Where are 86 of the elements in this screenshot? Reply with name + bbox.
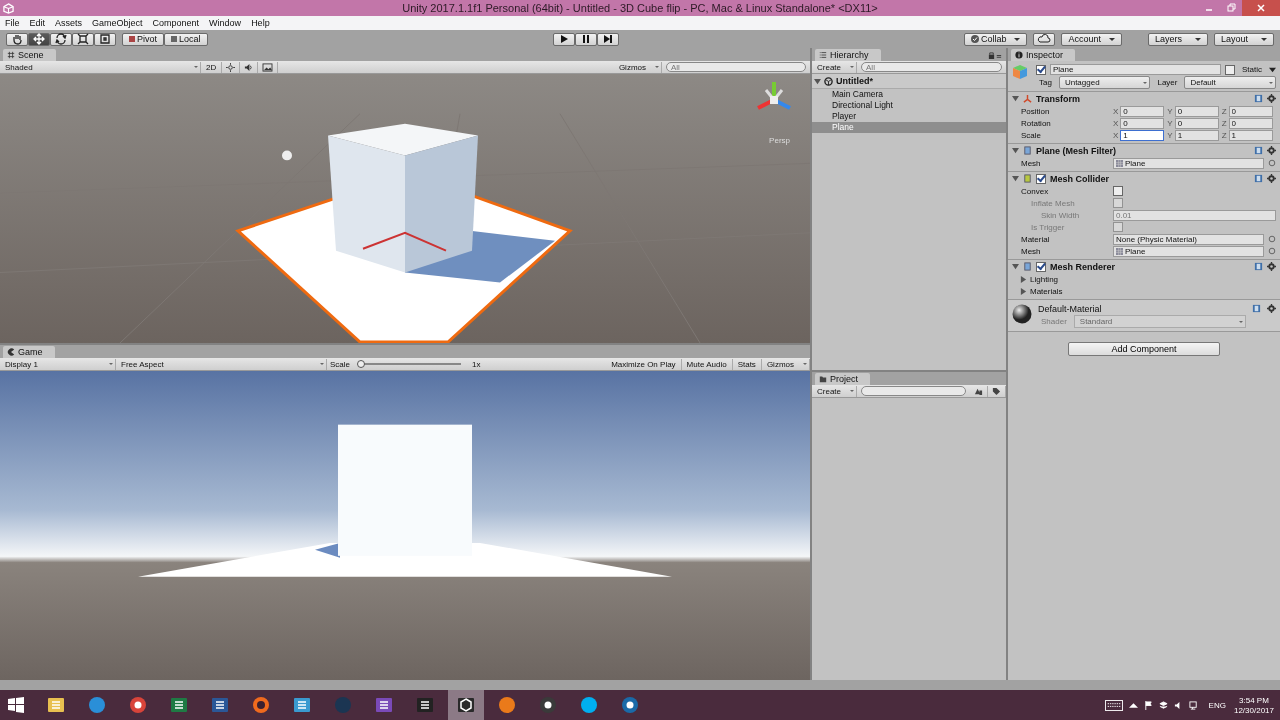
property-label: Scale	[1020, 130, 1042, 140]
scene-tab[interactable]: Scene	[3, 49, 56, 61]
account-dropdown[interactable]: Account	[1061, 32, 1122, 46]
menu-item[interactable]: Help	[251, 18, 270, 28]
tag-label: Tag	[1038, 78, 1053, 87]
language-indicator[interactable]: ENG	[1208, 700, 1226, 710]
static-label: Static	[1241, 65, 1263, 74]
scene-search-field[interactable]: All	[666, 62, 806, 72]
vector-field[interactable]: 0	[1120, 117, 1165, 129]
component-title[interactable]: Plane (Mesh Filter)	[1036, 145, 1116, 156]
game-tab[interactable]: Game	[3, 346, 55, 358]
object-field[interactable]: Plane	[1113, 245, 1264, 257]
toolbar-toggle[interactable]: Stats	[732, 358, 762, 370]
shader-label: Shader	[1040, 317, 1068, 326]
object-field[interactable]: None (Physic Material)	[1113, 233, 1264, 245]
pivot-button[interactable]: Pivot	[122, 32, 164, 46]
object-name-field[interactable]: Plane	[1050, 64, 1221, 75]
gizmos-dropdown[interactable]: Gizmos	[761, 358, 810, 370]
inspector-tab[interactable]: Inspector	[1011, 49, 1076, 61]
scale-value: 1x	[471, 359, 482, 369]
component-title[interactable]: Mesh Renderer	[1050, 261, 1116, 272]
vector-field[interactable]: 0	[1228, 117, 1273, 129]
window-title: Unity 2017.1.1f1 Personal (64bit) - Untitled - 3D Cube flip - PC, Mac & Linux Standalone* <DX11>	[402, 2, 878, 14]
gizmos-dropdown[interactable]: Gizmos	[613, 61, 662, 73]
property-label: Mesh	[1020, 158, 1042, 168]
create-dropdown[interactable]: Create	[812, 61, 857, 73]
axis-label: X	[1113, 130, 1119, 140]
local-button[interactable]: Local	[164, 32, 208, 46]
vector-field[interactable]: 0	[1174, 117, 1219, 129]
property-label: Inflate Mesh	[1030, 198, 1076, 208]
layer-label: Layer	[1156, 78, 1179, 87]
foldout-label[interactable]: Lighting	[1027, 274, 1062, 284]
axis-label: Y	[1167, 130, 1173, 140]
property-label: Position	[1020, 106, 1051, 116]
layers-dropdown[interactable]: Layers	[1148, 32, 1208, 46]
menu-item[interactable]: Component	[152, 18, 200, 28]
object-field[interactable]: Plane	[1113, 157, 1264, 169]
vector-field[interactable]: 1	[1228, 129, 1273, 141]
collab-button[interactable]: Collab	[963, 32, 1028, 46]
scene-name[interactable]: Untitled*	[836, 76, 873, 86]
property-label: Convex	[1020, 186, 1050, 196]
clock-time[interactable]: 3:54 PM	[1239, 695, 1269, 705]
material-name: Default-Material	[1038, 304, 1103, 314]
property-label: Rotation	[1020, 118, 1052, 128]
vector-field[interactable]: 1	[1120, 129, 1165, 141]
property-label: Material	[1020, 234, 1051, 244]
component-title[interactable]: Mesh Collider	[1050, 173, 1109, 184]
menu-item[interactable]: Assets	[55, 18, 83, 28]
layer-dropdown[interactable]: Default	[1184, 76, 1276, 89]
menu-item[interactable]: File	[5, 18, 20, 28]
shader-dropdown[interactable]: Standard	[1073, 315, 1246, 328]
menu-item[interactable]: Edit	[29, 18, 46, 28]
display-dropdown[interactable]: Display 1	[0, 358, 116, 370]
property-label: Mesh	[1020, 246, 1042, 256]
toolbar-toggle[interactable]: Maximize On Play	[606, 358, 682, 370]
axis-label: Y	[1167, 118, 1173, 128]
tag-dropdown[interactable]: Untagged	[1058, 76, 1151, 89]
hierarchy-item[interactable]: Main Camera	[812, 89, 1006, 100]
component-title[interactable]: Transform	[1036, 93, 1080, 104]
axis-label: Z	[1221, 106, 1227, 116]
menu-item[interactable]: GameObject	[92, 18, 143, 28]
scale-label: Scale	[329, 359, 351, 369]
hierarchy-item[interactable]: Player	[812, 111, 1006, 122]
aspect-dropdown[interactable]: Free Aspect	[116, 358, 327, 370]
axis-label: X	[1113, 118, 1119, 128]
hierarchy-search-field[interactable]: All	[861, 62, 1002, 72]
vector-field[interactable]: 0	[1120, 105, 1165, 117]
vector-field[interactable]: 0	[1174, 105, 1219, 117]
hierarchy-item[interactable]: Directional Light	[812, 100, 1006, 111]
axis-label: Y	[1167, 106, 1173, 116]
vector-field[interactable]: 0	[1228, 105, 1273, 117]
property-label: Skin Width	[1040, 210, 1081, 220]
foldout-label[interactable]: Materials	[1027, 286, 1066, 296]
2d-toggle[interactable]: 2D	[201, 61, 223, 73]
shading-dropdown[interactable]: Shaded	[0, 61, 201, 73]
axis-label: X	[1113, 106, 1119, 116]
menu-item[interactable]: Window	[209, 18, 242, 28]
clock-date[interactable]: 12/30/2017	[1233, 705, 1274, 715]
add-component-button[interactable]: Add Component	[1068, 342, 1220, 356]
hierarchy-tab[interactable]: Hierarchy	[815, 49, 881, 61]
axis-label: Z	[1221, 130, 1227, 140]
project-tab[interactable]: Project	[815, 373, 870, 385]
layout-dropdown[interactable]: Layout	[1214, 32, 1274, 46]
vector-field[interactable]: 1	[1174, 129, 1219, 141]
toolbar-toggle[interactable]: Mute Audio	[681, 358, 733, 370]
axis-label: Z	[1221, 118, 1227, 128]
